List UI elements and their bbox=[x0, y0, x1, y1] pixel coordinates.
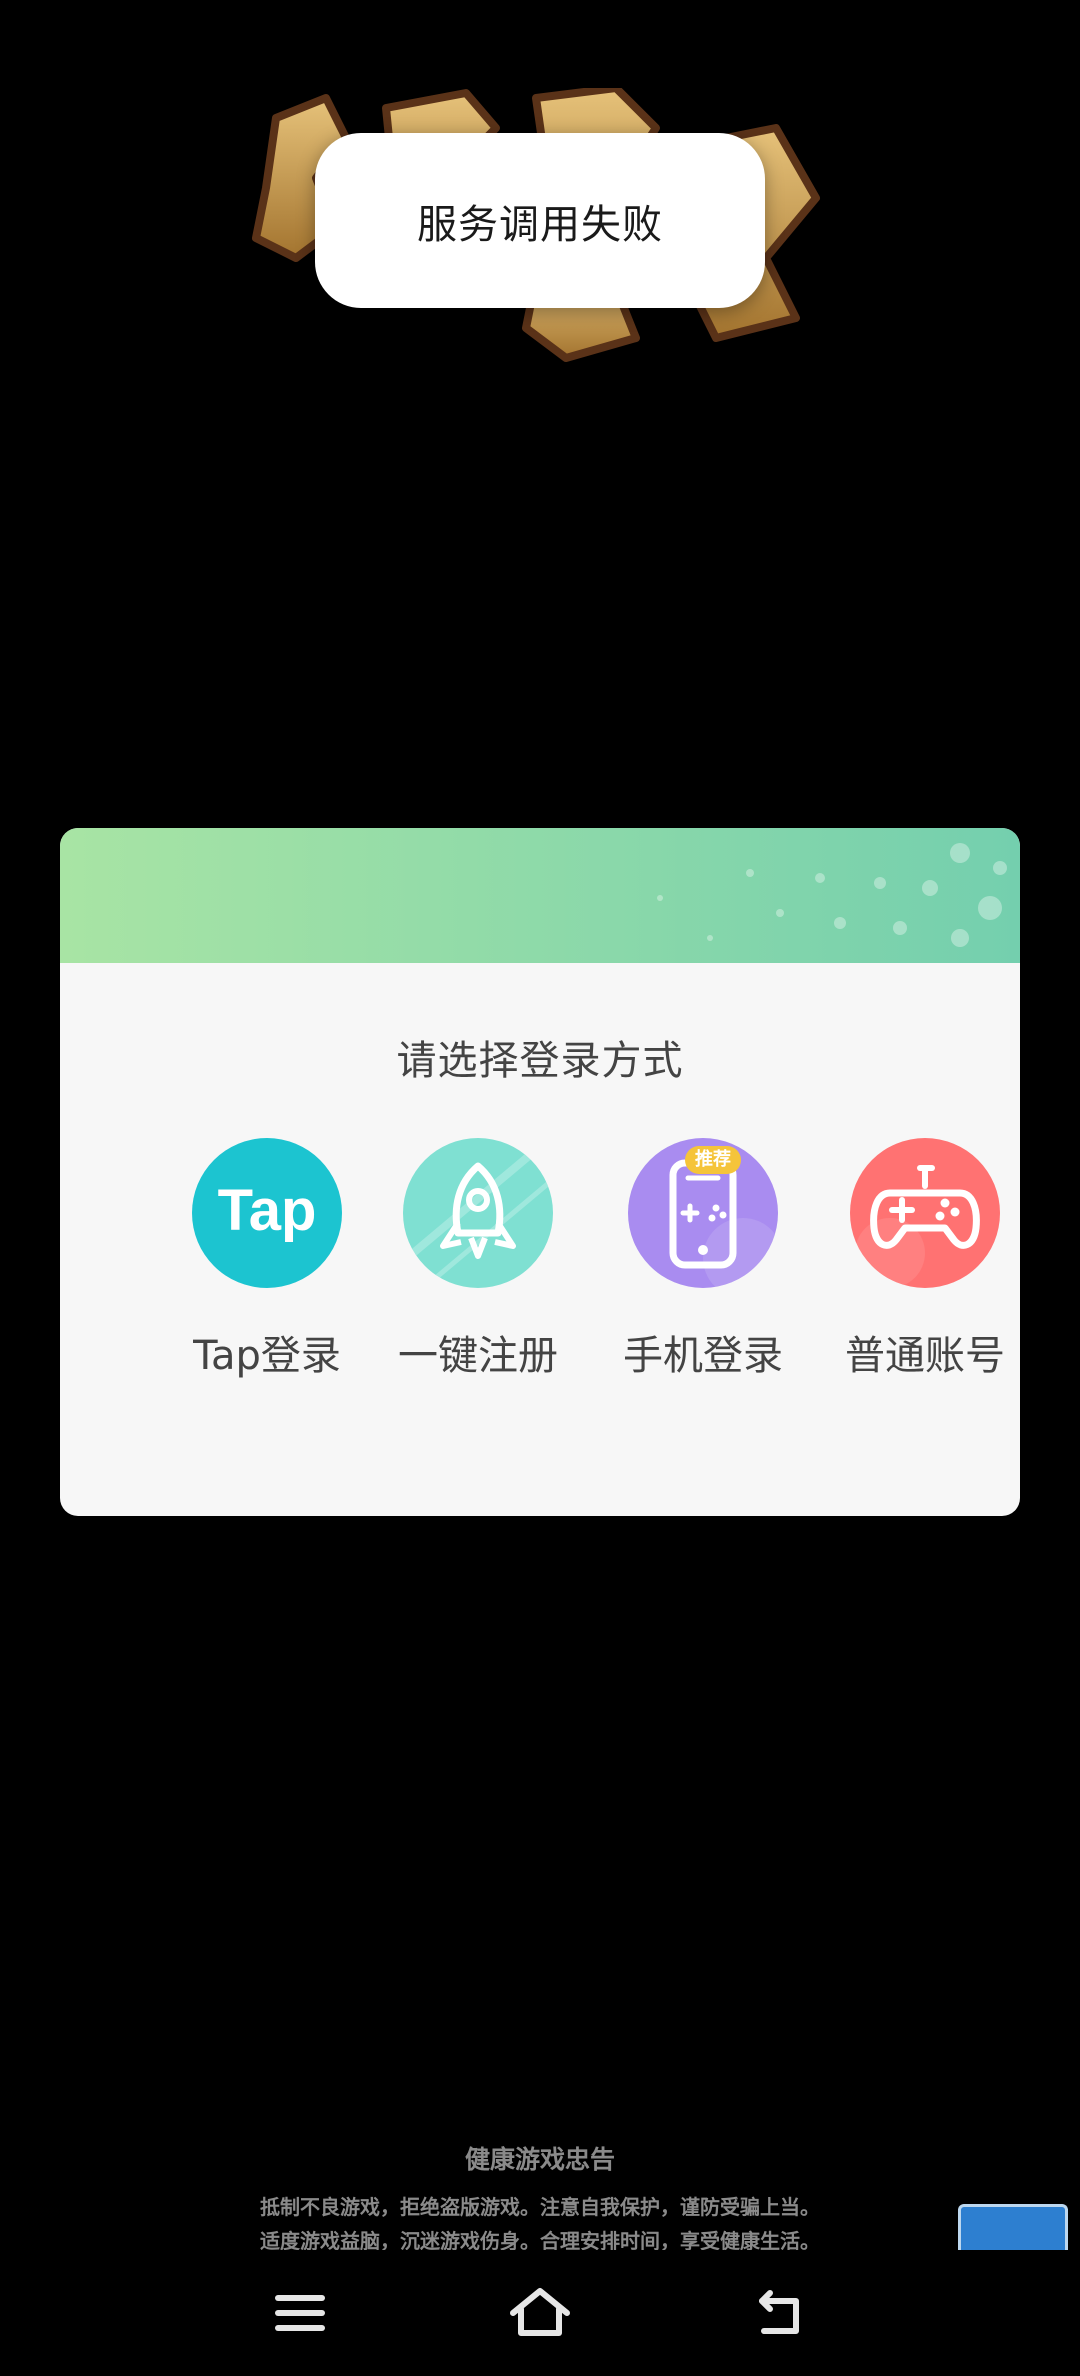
phone-login-label: 手机登录 bbox=[623, 1333, 783, 1379]
login-options: Tap Tap登录 一键注册 手机登录 普通账号 推荐 bbox=[60, 1138, 1020, 1398]
app-screen: 服务调用失败 请选择登录方式 Tap Tap登录 一键注册 手机登录 普通账号 … bbox=[0, 0, 1080, 2376]
gamepad-icon bbox=[850, 1138, 1000, 1288]
tap-login-button[interactable]: Tap Tap登录 bbox=[157, 1138, 377, 1398]
quick-register-label: 一键注册 bbox=[398, 1333, 558, 1379]
system-navigation-bar bbox=[0, 2250, 1080, 2376]
health-notice: 健康游戏忠告 抵制不良游戏，拒绝盗版游戏。注意自我保护，谨防受骗上当。 适度游戏… bbox=[0, 2140, 1080, 2258]
menu-button[interactable] bbox=[255, 2268, 345, 2358]
back-button[interactable] bbox=[735, 2268, 825, 2358]
normal-account-label: 普通账号 bbox=[845, 1333, 1005, 1379]
menu-icon bbox=[275, 2295, 325, 2331]
tap-logo-text: Tap bbox=[218, 1178, 317, 1243]
home-icon bbox=[510, 2288, 570, 2336]
phone-login-button[interactable]: 手机登录 bbox=[593, 1138, 813, 1398]
health-notice-title: 健康游戏忠告 bbox=[464, 2145, 615, 2174]
recommended-badge: 推荐 bbox=[685, 1146, 741, 1174]
dialog-title: 请选择登录方式 bbox=[396, 1038, 684, 1084]
normal-account-button[interactable]: 普通账号 bbox=[815, 1138, 1020, 1398]
toast-message: 服务调用失败 bbox=[417, 201, 663, 248]
error-toast: 服务调用失败 bbox=[315, 133, 765, 308]
quick-register-button[interactable]: 一键注册 bbox=[368, 1138, 588, 1398]
tap-login-label: Tap登录 bbox=[193, 1333, 341, 1379]
rocket-icon bbox=[403, 1138, 553, 1288]
tap-logo-icon: Tap bbox=[192, 1138, 342, 1288]
age-rating-badge bbox=[958, 2204, 1068, 2251]
home-button[interactable] bbox=[495, 2268, 585, 2358]
dialog-banner bbox=[60, 828, 1020, 963]
login-method-dialog: 请选择登录方式 Tap Tap登录 一键注册 手机登录 普通账号 推荐 bbox=[60, 828, 1020, 1516]
health-notice-line: 抵制不良游戏，拒绝盗版游戏。注意自我保护，谨防受骗上当。 bbox=[260, 2195, 820, 2219]
back-icon bbox=[759, 2290, 799, 2334]
